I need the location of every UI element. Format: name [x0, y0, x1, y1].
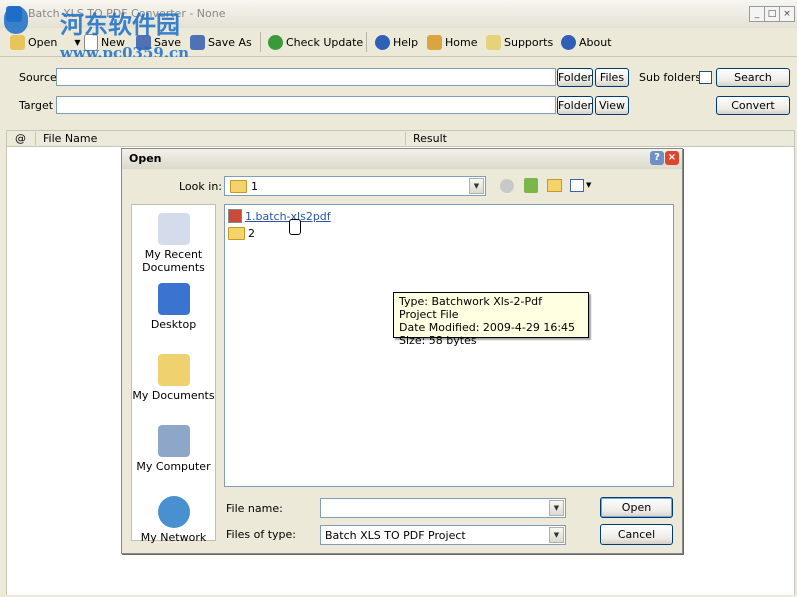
- up-folder-icon[interactable]: [524, 178, 538, 193]
- check-update-toolbar-button[interactable]: Check Update: [268, 33, 363, 51]
- target-label: Target: [19, 99, 54, 112]
- save-as-toolbar-button[interactable]: Save As: [190, 33, 252, 51]
- sub-folders-checkbox[interactable]: [699, 71, 712, 84]
- view-menu-icon[interactable]: [570, 179, 584, 192]
- tooltip-type: Type: Batchwork Xls-2-Pdf Project File: [399, 295, 542, 321]
- new-folder-icon[interactable]: [547, 179, 562, 192]
- convert-button[interactable]: Convert: [716, 96, 790, 115]
- place-label: My Computer: [136, 460, 211, 473]
- home-toolbar-button[interactable]: Home: [427, 33, 477, 51]
- file-type-value: Batch XLS TO PDF Project: [325, 529, 466, 542]
- search-button[interactable]: Search: [716, 68, 790, 87]
- help-icon: [375, 34, 390, 50]
- dialog-close-button[interactable]: ×: [665, 151, 679, 165]
- source-files-button[interactable]: Files: [595, 68, 629, 87]
- place-desktop[interactable]: Desktop: [132, 283, 215, 331]
- sub-folders-label: Sub folders: [639, 71, 702, 84]
- minimize-button[interactable]: _: [749, 6, 765, 22]
- help-label: Help: [393, 35, 419, 49]
- target-folder-button[interactable]: Folder: [557, 96, 593, 115]
- source-folder-button[interactable]: Folder: [557, 68, 593, 87]
- place-my-computer[interactable]: My Computer: [132, 425, 215, 473]
- resize-grip-icon[interactable]: [670, 541, 680, 551]
- column-result[interactable]: Result: [413, 132, 447, 145]
- close-button[interactable]: ×: [779, 6, 795, 22]
- support-icon: [486, 34, 501, 50]
- hand-cursor-icon: [289, 219, 301, 235]
- save-as-label: Save As: [208, 35, 252, 49]
- file-name: 1.batch-xls2pdf: [245, 209, 331, 223]
- watermark-logo: [4, 6, 28, 34]
- source-input[interactable]: [56, 68, 556, 86]
- file-type-label: Files of type:: [226, 528, 297, 541]
- cancel-button[interactable]: Cancel: [600, 524, 673, 545]
- desktop-icon: [157, 283, 190, 315]
- file-name-label: File name:: [226, 502, 283, 515]
- project-file-icon: [228, 209, 242, 223]
- column-divider[interactable]: [35, 132, 36, 145]
- info-icon: [561, 34, 576, 50]
- maximize-button[interactable]: □: [764, 6, 780, 22]
- place-label: Desktop: [150, 318, 197, 331]
- place-my-documents[interactable]: My Documents: [132, 354, 215, 402]
- file-item[interactable]: 1.batch-xls2pdf: [228, 208, 331, 224]
- look-in-combo[interactable]: 1 ▼: [224, 176, 486, 196]
- watermark-brand: 河东软件园: [60, 10, 180, 39]
- my-computer-icon: [157, 425, 190, 457]
- tooltip-date: Date Modified: 2009-4-29 16:45: [399, 321, 576, 334]
- my-network-icon: [157, 496, 190, 528]
- column-file-name[interactable]: File Name: [43, 132, 97, 145]
- recent-documents-icon: [157, 213, 190, 245]
- dialog-title: Open: [129, 152, 162, 165]
- toolbar-separator: [366, 32, 367, 52]
- look-in-label: Look in:: [179, 180, 222, 193]
- chevron-down-icon[interactable]: ▼: [549, 527, 564, 543]
- open-button[interactable]: Open: [600, 497, 673, 518]
- tooltip-size: Size: 58 bytes: [399, 334, 477, 347]
- open-folder-icon: [10, 34, 25, 50]
- supports-toolbar-button[interactable]: Supports: [486, 33, 553, 51]
- help-toolbar-button[interactable]: Help: [375, 33, 418, 51]
- about-toolbar-button[interactable]: About: [561, 33, 612, 51]
- file-name-combo[interactable]: ▼: [320, 498, 566, 518]
- target-view-button[interactable]: View: [595, 96, 629, 115]
- place-label: My Recent Documents: [142, 248, 205, 274]
- look-in-value: 1: [251, 180, 258, 193]
- column-divider[interactable]: [405, 132, 406, 145]
- place-my-network[interactable]: My Network: [132, 496, 215, 544]
- home-icon: [427, 34, 442, 50]
- chevron-down-icon[interactable]: ▼: [549, 500, 564, 516]
- file-tooltip: Type: Batchwork Xls-2-Pdf Project File D…: [393, 292, 589, 347]
- column-at[interactable]: @: [15, 132, 26, 145]
- folder-name: 2: [248, 226, 255, 240]
- file-browser[interactable]: 1.batch-xls2pdf 2 Type: Batchwork Xls-2-…: [224, 204, 674, 487]
- places-bar: My Recent Documents Desktop My Documents…: [131, 204, 216, 544]
- home-label: Home: [445, 35, 478, 49]
- chevron-down-icon[interactable]: ▼: [469, 178, 484, 194]
- dialog-title-bar: Open ? ×: [122, 149, 682, 169]
- back-icon[interactable]: [500, 179, 514, 193]
- open-dialog: Open ? × Look in: 1 ▼ ▼ My Recent Docume…: [121, 148, 683, 554]
- refresh-icon: [268, 34, 283, 50]
- target-input[interactable]: [56, 96, 556, 114]
- view-dropdown-icon[interactable]: ▼: [586, 181, 591, 189]
- folder-icon: [230, 180, 247, 193]
- dialog-help-button[interactable]: ?: [650, 151, 664, 165]
- file-list-header: @ File Name Result: [6, 130, 795, 147]
- file-type-combo[interactable]: Batch XLS TO PDF Project ▼: [320, 525, 566, 545]
- folder-icon: [228, 226, 245, 240]
- folder-item[interactable]: 2: [228, 225, 255, 241]
- open-label: Open: [28, 35, 58, 49]
- check-update-label: Check Update: [286, 35, 364, 49]
- save-as-disk-icon: [190, 34, 205, 50]
- about-label: About: [579, 35, 612, 49]
- source-label: Source: [19, 71, 57, 84]
- path-panel: Source Folder Files Sub folders Search T…: [0, 57, 797, 125]
- place-my-recent-documents[interactable]: My Recent Documents: [132, 213, 215, 274]
- place-label: My Documents: [132, 389, 215, 402]
- place-label: My Network: [140, 531, 207, 544]
- toolbar-separator: [260, 32, 261, 52]
- my-documents-icon: [157, 354, 190, 386]
- supports-label: Supports: [504, 35, 554, 49]
